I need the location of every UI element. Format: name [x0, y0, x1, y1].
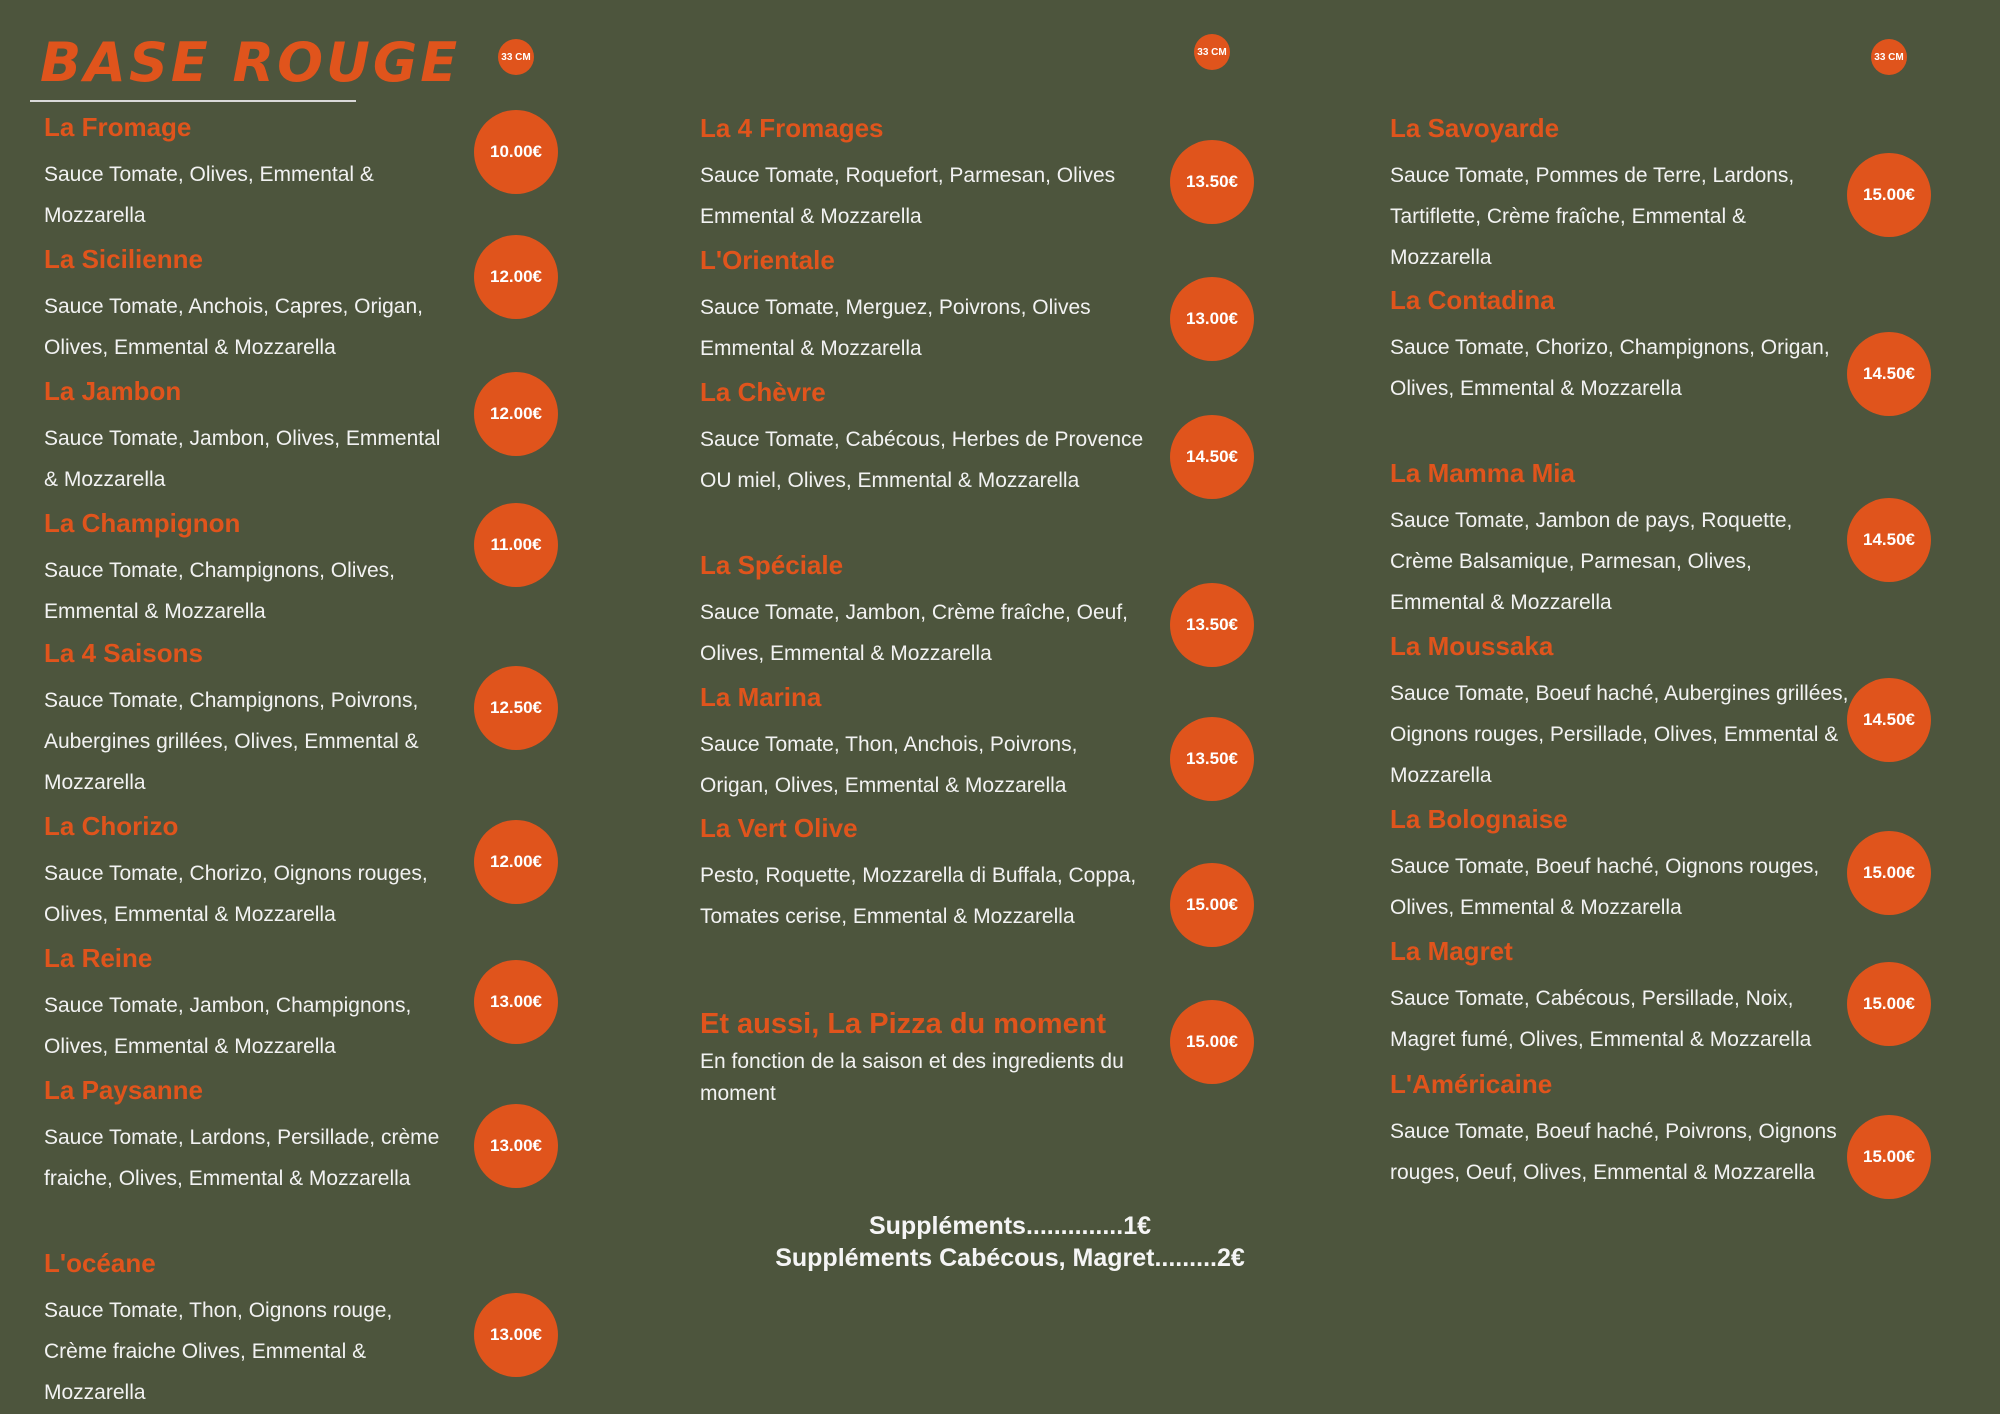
- pizza-item: La Paysanne Sauce Tomate, Lardons, Persi…: [44, 1077, 444, 1199]
- pizza-name: La 4 Fromages: [700, 113, 884, 143]
- special-pizza-description: En fonction de la saison et des ingredie…: [700, 1050, 1124, 1105]
- price-badge: 15.00€: [1847, 153, 1931, 237]
- pizza-name: La Sicilienne: [44, 244, 203, 274]
- pizza-name: La Paysanne: [44, 1075, 203, 1105]
- pizza-description: Sauce Tomate, Cabécous, Persillade, Noix…: [1390, 987, 1812, 1051]
- price-badge: 13.00€: [474, 1104, 558, 1188]
- price-badge: 14.50€: [1170, 415, 1254, 499]
- pizza-name: La Reine: [44, 943, 153, 973]
- pizza-description: Sauce Tomate, Pommes de Terre, Lardons, …: [1390, 164, 1795, 269]
- pizza-name: L'Américaine: [1390, 1069, 1553, 1099]
- pizza-description: Sauce Tomate, Jambon de pays, Roquette, …: [1390, 509, 1793, 614]
- pizza-description: Sauce Tomate, Boeuf haché, Oignons rouge…: [1390, 855, 1820, 919]
- pizza-description: Sauce Tomate, Chorizo, Champignons, Orig…: [1390, 336, 1830, 400]
- price-badge: 13.50€: [1170, 583, 1254, 667]
- pizza-name: La Vert Olive: [700, 813, 858, 843]
- price-badge: 13.00€: [474, 960, 558, 1044]
- size-badge: 33 CM: [498, 39, 534, 75]
- pizza-description: Sauce Tomate, Jambon, Crème fraîche, Oeu…: [700, 601, 1128, 665]
- pizza-description: Sauce Tomate, Thon, Anchois, Poivrons, O…: [700, 733, 1078, 797]
- pizza-item: L'Américaine Sauce Tomate, Boeuf haché, …: [1390, 1071, 1850, 1193]
- pizza-description: Sauce Tomate, Chorizo, Oignons rouges, O…: [44, 862, 428, 926]
- pizza-description: Sauce Tomate, Jambon, Champignons, Olive…: [44, 994, 412, 1058]
- pizza-item: La Marina Sauce Tomate, Thon, Anchois, P…: [700, 684, 1150, 806]
- pizza-description: Sauce Tomate, Thon, Oignons rouge, Crème…: [44, 1299, 393, 1404]
- pizza-description: Sauce Tomate, Roquefort, Parmesan, Olive…: [700, 164, 1116, 228]
- pizza-name: La Champignon: [44, 508, 241, 538]
- price-badge: 13.00€: [474, 1293, 558, 1377]
- pizza-description: Sauce Tomate, Lardons, Persillade, crème…: [44, 1126, 440, 1190]
- size-badge: 33 CM: [1871, 39, 1907, 75]
- price-badge: 12.50€: [474, 666, 558, 750]
- price-badge: 13.50€: [1170, 717, 1254, 801]
- pizza-item: L'océane Sauce Tomate, Thon, Oignons rou…: [44, 1250, 444, 1413]
- pizza-name: La Magret: [1390, 936, 1513, 966]
- pizza-description: Sauce Tomate, Anchois, Capres, Origan, O…: [44, 295, 423, 359]
- title-underline: [30, 100, 356, 102]
- pizza-item: La Mamma Mia Sauce Tomate, Jambon de pay…: [1390, 460, 1850, 623]
- pizza-name: La Fromage: [44, 112, 192, 142]
- price-badge: 14.50€: [1847, 332, 1931, 416]
- price-badge: 13.00€: [1170, 277, 1254, 361]
- pizza-name: L'océane: [44, 1248, 156, 1278]
- pizza-description: Sauce Tomate, Champignons, Poivrons, Aub…: [44, 689, 419, 794]
- price-badge: 14.50€: [1847, 678, 1931, 762]
- pizza-description: Pesto, Roquette, Mozzarella di Buffala, …: [700, 864, 1137, 928]
- price-badge: 12.00€: [474, 372, 558, 456]
- pizza-description: Sauce Tomate, Boeuf haché, Aubergines gr…: [1390, 682, 1849, 787]
- pizza-item: La Jambon Sauce Tomate, Jambon, Olives, …: [44, 378, 444, 500]
- price-badge: 13.50€: [1170, 140, 1254, 224]
- pizza-item: La Magret Sauce Tomate, Cabécous, Persil…: [1390, 938, 1850, 1060]
- pizza-item: La Reine Sauce Tomate, Jambon, Champigno…: [44, 945, 444, 1067]
- pizza-name: La Moussaka: [1390, 631, 1554, 661]
- pizza-name: La Marina: [700, 682, 822, 712]
- pizza-name: La Chorizo: [44, 811, 179, 841]
- size-badge: 33 CM: [1194, 34, 1230, 70]
- pizza-name: L'Orientale: [700, 245, 835, 275]
- price-badge: 15.00€: [1170, 863, 1254, 947]
- price-badge: 15.00€: [1847, 1115, 1931, 1199]
- pizza-name: La Contadina: [1390, 285, 1555, 315]
- price-badge: 15.00€: [1847, 962, 1931, 1046]
- price-badge: 12.00€: [474, 235, 558, 319]
- pizza-item: La Bolognaise Sauce Tomate, Boeuf haché,…: [1390, 806, 1850, 928]
- pizza-name: La Mamma Mia: [1390, 458, 1575, 488]
- price-badge: 15.00€: [1847, 831, 1931, 915]
- pizza-description: Sauce Tomate, Olives, Emmental & Mozzare…: [44, 163, 374, 227]
- pizza-item: La Moussaka Sauce Tomate, Boeuf haché, A…: [1390, 633, 1850, 796]
- pizza-item: La Savoyarde Sauce Tomate, Pommes de Ter…: [1390, 115, 1850, 278]
- pizza-name: La Savoyarde: [1390, 113, 1560, 143]
- pizza-item: La 4 Saisons Sauce Tomate, Champignons, …: [44, 640, 444, 803]
- pizza-description: Sauce Tomate, Merguez, Poivrons, Olives …: [700, 296, 1091, 360]
- price-badge: 15.00€: [1170, 1000, 1254, 1084]
- pizza-item: La Sicilienne Sauce Tomate, Anchois, Cap…: [44, 246, 444, 368]
- pizza-item: La Chorizo Sauce Tomate, Chorizo, Oignon…: [44, 813, 444, 935]
- pizza-item: La Vert Olive Pesto, Roquette, Mozzarell…: [700, 815, 1150, 937]
- pizza-name: La Chèvre: [700, 377, 826, 407]
- pizza-item: La Fromage Sauce Tomate, Olives, Emmenta…: [44, 114, 444, 236]
- supplements-line: Suppléments Cabécous, Magret.........2€: [775, 1244, 1245, 1272]
- pizza-item: L'Orientale Sauce Tomate, Merguez, Poivr…: [700, 247, 1150, 369]
- pizza-name: La Jambon: [44, 376, 182, 406]
- pizza-item: La Spéciale Sauce Tomate, Jambon, Crème …: [700, 552, 1150, 674]
- pizza-item: La Contadina Sauce Tomate, Chorizo, Cham…: [1390, 287, 1850, 409]
- pizza-description: Sauce Tomate, Cabécous, Herbes de Proven…: [700, 428, 1144, 492]
- price-badge: 11.00€: [474, 503, 558, 587]
- pizza-item: La Chèvre Sauce Tomate, Cabécous, Herbes…: [700, 379, 1150, 501]
- pizza-item: La 4 Fromages Sauce Tomate, Roquefort, P…: [700, 115, 1150, 237]
- price-badge: 12.00€: [474, 820, 558, 904]
- pizza-name: La Bolognaise: [1390, 804, 1568, 834]
- pizza-description: Sauce Tomate, Jambon, Olives, Emmental &…: [44, 427, 441, 491]
- special-pizza-name: Et aussi, La Pizza du moment: [700, 1008, 1107, 1040]
- pizza-name: La Spéciale: [700, 550, 844, 580]
- pizza-name: La 4 Saisons: [44, 638, 203, 668]
- supplements-line: Suppléments..............1€: [868, 1212, 1152, 1240]
- price-badge: 14.50€: [1847, 498, 1931, 582]
- pizza-item: La Champignon Sauce Tomate, Champignons,…: [44, 510, 444, 632]
- price-badge: 10.00€: [474, 110, 558, 194]
- pizza-description: Sauce Tomate, Champignons, Olives, Emmen…: [44, 559, 395, 623]
- pizza-description: Sauce Tomate, Boeuf haché, Poivrons, Oig…: [1390, 1120, 1837, 1184]
- section-title: BASE ROUGE: [40, 31, 461, 94]
